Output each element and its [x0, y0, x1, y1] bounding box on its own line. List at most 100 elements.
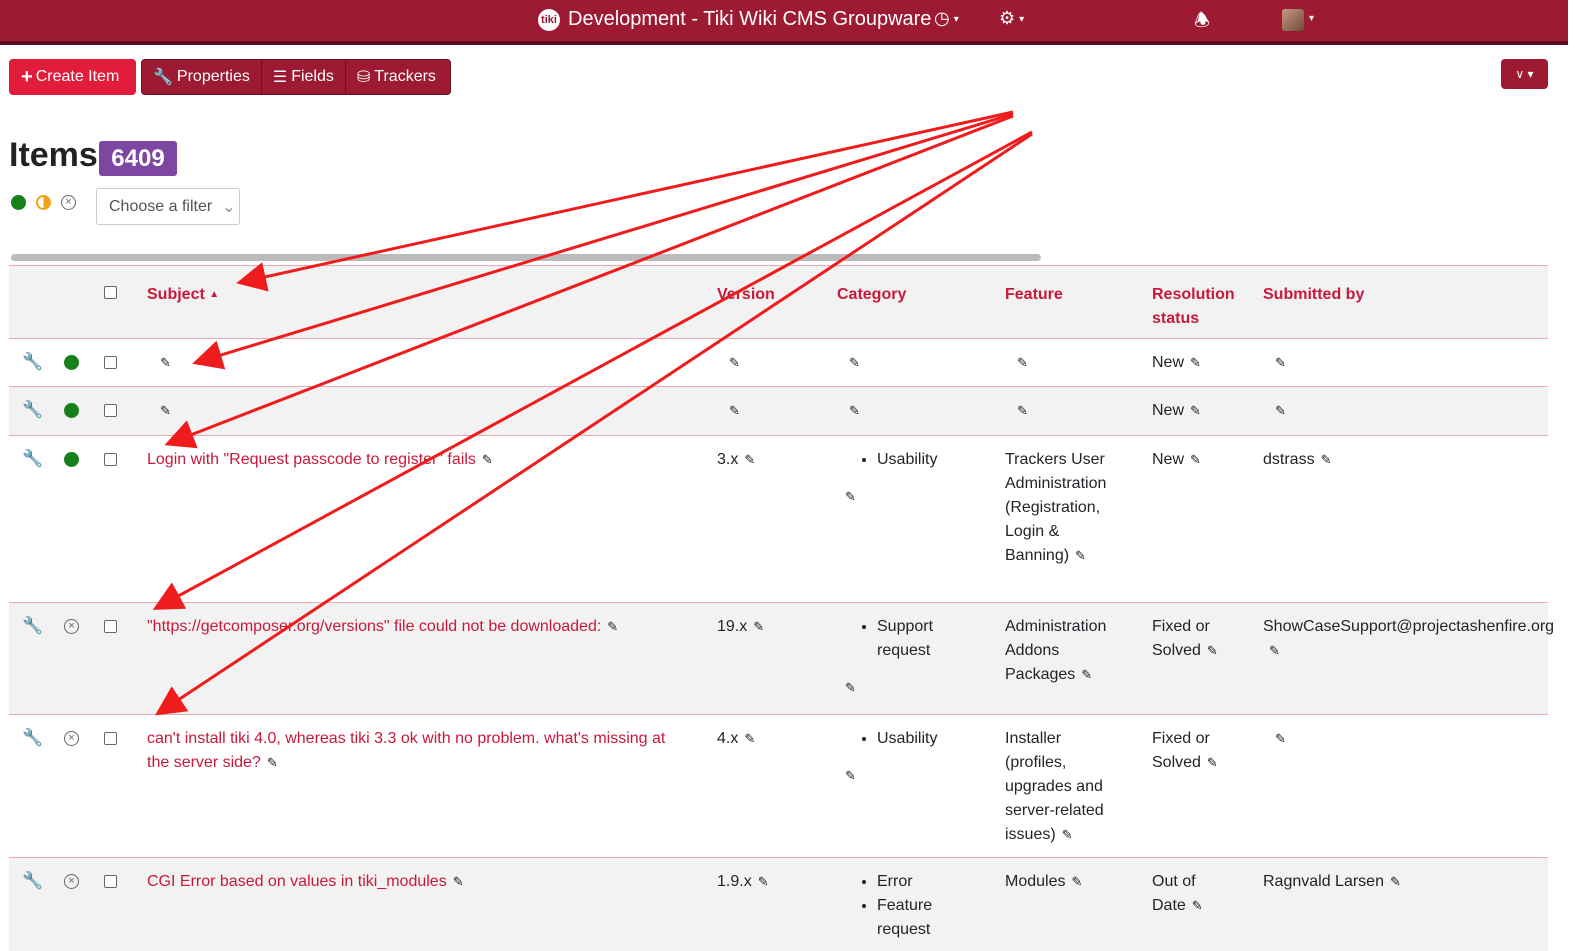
status-pending-filter-icon[interactable] — [36, 195, 51, 210]
select-all-checkbox[interactable] — [104, 286, 117, 299]
edit-icon[interactable]: ✎ — [453, 870, 464, 894]
chevron-down-icon: ∨ ▾ — [1515, 67, 1534, 81]
properties-button[interactable]: 🔧 Properties — [142, 60, 262, 94]
filter-select[interactable]: Choose a filter ⌄ — [96, 188, 240, 225]
status-open-filter-icon[interactable] — [11, 195, 26, 210]
table-row: 🔧 × "https://getcomposer.org/versions" f… — [9, 602, 1554, 714]
table-row: 🔧 ✎ ✎ ✎ ✎ New ✎ ✎ — [9, 386, 1548, 435]
edit-icon[interactable]: ✎ — [753, 615, 764, 639]
item-subject-link[interactable]: can't install tiki 4.0, whereas tiki 3.3… — [147, 730, 665, 771]
edit-icon[interactable]: ✎ — [1275, 355, 1286, 371]
edit-icon[interactable]: ✎ — [849, 403, 860, 419]
status-closed-filter-icon[interactable]: × — [61, 195, 76, 210]
row-checkbox[interactable] — [104, 620, 117, 633]
edit-icon[interactable]: ✎ — [1207, 751, 1218, 775]
edit-icon[interactable]: ✎ — [1062, 823, 1073, 847]
column-header-version[interactable]: Version — [717, 283, 775, 307]
status-closed-icon: × — [64, 731, 79, 746]
edit-icon[interactable]: ✎ — [1190, 399, 1201, 423]
column-header-resolution-status[interactable]: Resolution status — [1152, 283, 1252, 331]
edit-icon[interactable]: ✎ — [1190, 351, 1201, 375]
wrench-icon[interactable]: 🔧 — [22, 871, 43, 891]
edit-icon[interactable]: ✎ — [849, 355, 860, 371]
edit-icon[interactable]: ✎ — [758, 870, 769, 894]
row-checkbox[interactable] — [104, 875, 117, 888]
edit-icon[interactable]: ✎ — [1269, 639, 1280, 663]
edit-icon[interactable]: ✎ — [1207, 639, 1218, 663]
edit-icon[interactable]: ✎ — [845, 768, 856, 784]
status-filters: × — [11, 195, 76, 210]
fields-button[interactable]: ☰ Fields — [262, 60, 346, 94]
status-closed-icon: × — [64, 619, 79, 634]
edit-icon[interactable]: ✎ — [1275, 731, 1286, 747]
tiki-logo: tiki — [538, 8, 560, 31]
edit-icon[interactable]: ✎ — [845, 489, 856, 505]
edit-icon[interactable]: ✎ — [1390, 870, 1401, 894]
edit-icon[interactable]: ✎ — [1081, 663, 1092, 687]
status-open-icon — [64, 452, 79, 467]
table-row: 🔧 Login with "Request passcode to regist… — [9, 435, 1548, 602]
edit-icon[interactable]: ✎ — [482, 448, 493, 472]
edit-icon[interactable]: ✎ — [607, 615, 618, 639]
item-subject-link[interactable]: CGI Error based on values in tiki_module… — [147, 873, 447, 890]
create-item-button[interactable]: + Create Item — [9, 59, 136, 95]
wrench-icon: 🔧 — [153, 69, 173, 86]
column-header-subject[interactable]: Subject ▲ — [147, 283, 219, 307]
horizontal-scrollbar[interactable] — [11, 254, 1041, 261]
plus-icon: + — [21, 65, 33, 88]
actions-dropdown-button[interactable]: ∨ ▾ — [1501, 59, 1548, 89]
top-navbar: tiki Development - Tiki Wiki CMS Groupwa… — [0, 0, 1568, 45]
wrench-icon[interactable]: 🔧 — [22, 352, 43, 372]
edit-icon[interactable]: ✎ — [160, 403, 171, 419]
avatar[interactable] — [1282, 9, 1304, 31]
edit-icon[interactable]: ✎ — [1192, 894, 1203, 918]
wrench-icon[interactable]: 🔧 — [22, 400, 43, 420]
table-row: 🔧 ✎ ✎ ✎ ✎ New ✎ ✎ — [9, 338, 1548, 386]
clock-icon[interactable]: ◷ ▾ — [934, 8, 959, 29]
item-subject-link[interactable]: Login with "Request passcode to register… — [147, 451, 476, 468]
chevron-down-icon[interactable]: ▾ — [1309, 13, 1314, 24]
column-header-submitted-by[interactable]: Submitted by — [1263, 283, 1364, 307]
column-header-feature[interactable]: Feature — [1005, 283, 1063, 307]
row-checkbox[interactable] — [104, 453, 117, 466]
edit-icon[interactable]: ✎ — [1275, 403, 1286, 419]
row-checkbox[interactable] — [104, 356, 117, 369]
edit-icon[interactable]: ✎ — [744, 727, 755, 751]
status-open-icon — [64, 403, 79, 418]
edit-icon[interactable]: ✎ — [744, 448, 755, 472]
wrench-icon[interactable]: 🔧 — [22, 616, 43, 636]
category-list: Usability — [859, 727, 989, 751]
wrench-icon[interactable]: 🔧 — [22, 728, 43, 748]
category-list: Support request — [859, 615, 959, 663]
edit-icon[interactable]: ✎ — [729, 355, 740, 371]
table-row: 🔧 × CGI Error based on values in tiki_mo… — [9, 857, 1548, 951]
edit-icon[interactable]: ✎ — [1071, 870, 1082, 894]
trackers-button[interactable]: ⛁ Trackers — [346, 60, 447, 94]
edit-icon[interactable]: ✎ — [267, 751, 278, 775]
edit-icon[interactable]: ✎ — [1017, 355, 1028, 371]
edit-icon[interactable]: ✎ — [729, 403, 740, 419]
row-checkbox[interactable] — [104, 404, 117, 417]
edit-icon[interactable]: ✎ — [1017, 403, 1028, 419]
gears-icon[interactable]: ⚙ ▾ — [999, 8, 1024, 29]
tracker-button-group: 🔧 Properties ☰ Fields ⛁ Trackers — [141, 59, 451, 95]
site-title: Development - Tiki Wiki CMS Groupware — [568, 8, 932, 30]
table-row: 🔧 × can't install tiki 4.0, whereas tiki… — [9, 714, 1548, 857]
column-header-category[interactable]: Category — [837, 283, 906, 307]
edit-icon[interactable]: ✎ — [1075, 544, 1086, 568]
site-brand[interactable]: tiki Development - Tiki Wiki CMS Groupwa… — [538, 8, 931, 31]
list-icon: ☰ — [272, 69, 288, 86]
bell-icon[interactable]: 🕭 — [1194, 8, 1210, 38]
item-subject-link[interactable]: "https://getcomposer.org/versions" file … — [147, 618, 601, 635]
edit-icon[interactable]: ✎ — [1190, 448, 1201, 472]
status-closed-icon: × — [64, 874, 79, 889]
wrench-icon[interactable]: 🔧 — [22, 449, 43, 469]
item-count-badge: 6409 — [99, 141, 177, 176]
edit-icon[interactable]: ✎ — [160, 355, 171, 371]
chevron-down-icon: ⌄ — [222, 198, 236, 216]
table-header: Subject ▲ Version Category Feature Resol… — [9, 265, 1548, 338]
edit-icon[interactable]: ✎ — [845, 680, 856, 696]
edit-icon[interactable]: ✎ — [1321, 448, 1332, 472]
page-title: Items — [9, 136, 98, 174]
row-checkbox[interactable] — [104, 732, 117, 745]
